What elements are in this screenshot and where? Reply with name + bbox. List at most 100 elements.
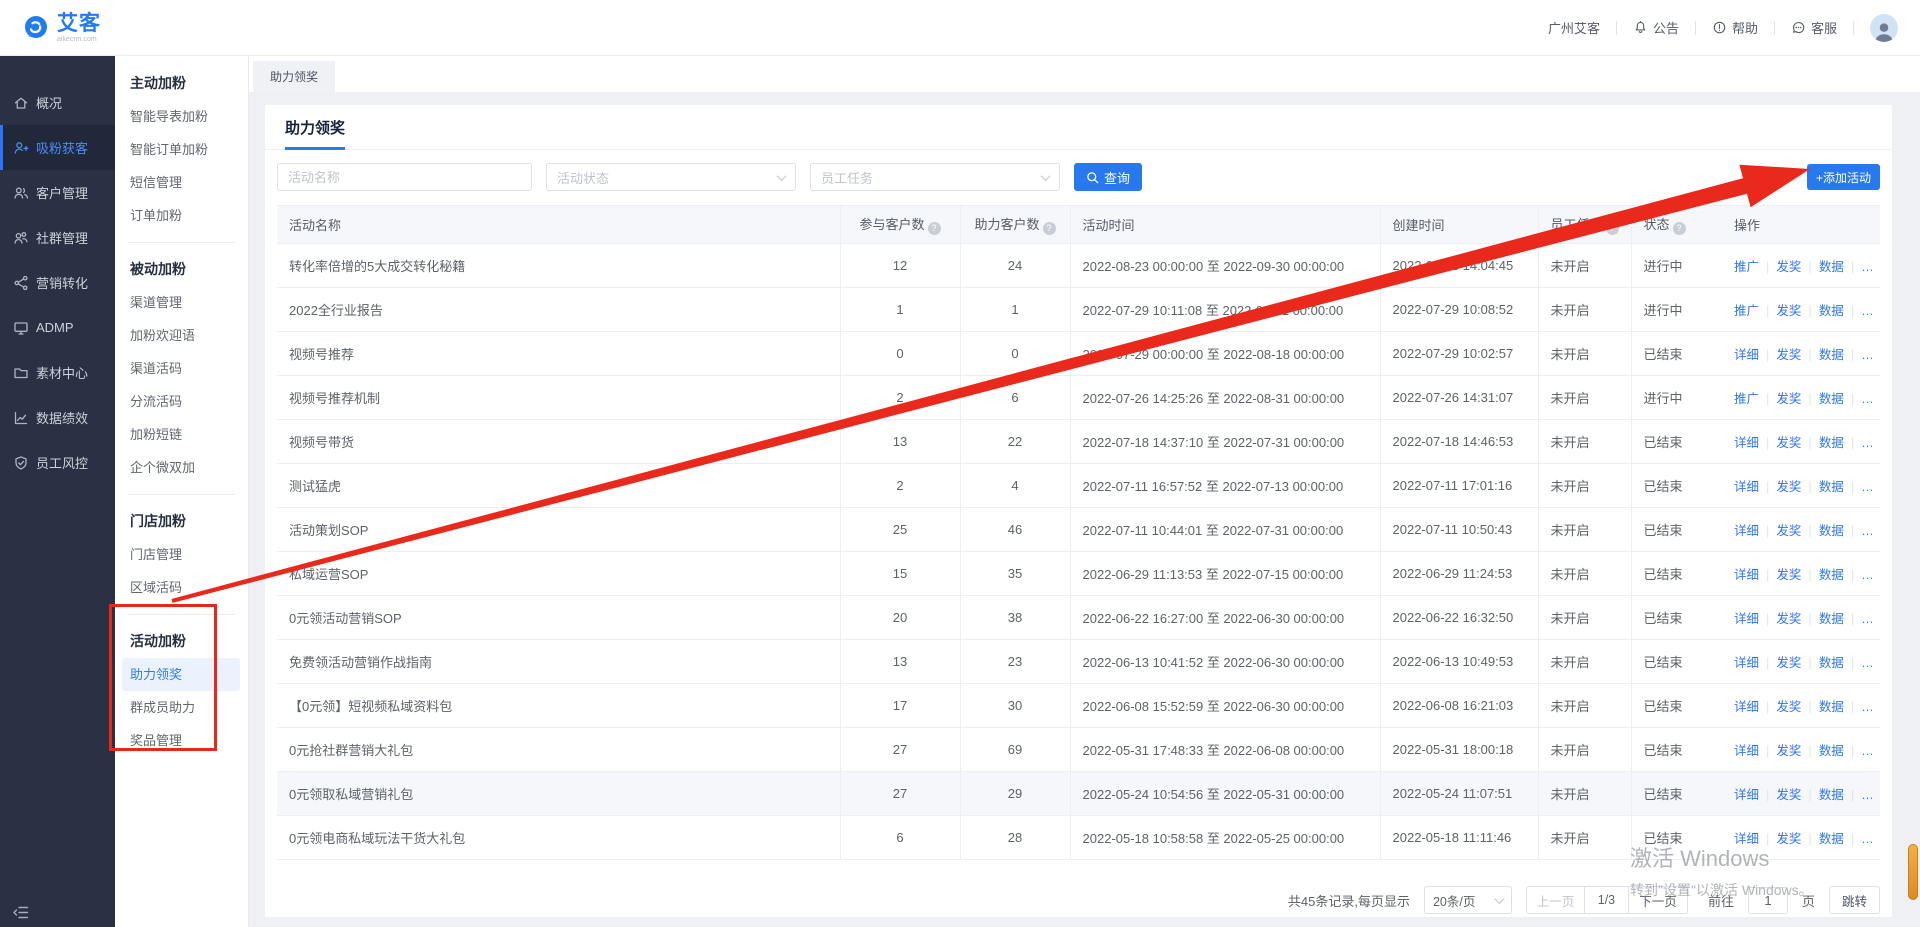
submenu-item[interactable]: 短信管理 [122, 166, 240, 199]
submenu-item[interactable]: 助力领奖 [122, 658, 240, 691]
help-link[interactable]: 帮助 [1712, 18, 1758, 37]
action-data[interactable]: 数据 [1819, 656, 1844, 670]
action-award[interactable]: 发奖 [1776, 744, 1801, 758]
action-detail[interactable]: 详细 [1734, 568, 1759, 582]
submenu-item[interactable]: 加粉短链 [122, 418, 240, 451]
add-activity-button[interactable]: +添加活动 [1807, 164, 1880, 190]
action-data[interactable]: 数据 [1819, 260, 1844, 274]
staff-task-select[interactable]: 员工任务 [810, 163, 1060, 191]
page-size-select[interactable]: 20条/页 [1424, 886, 1512, 914]
submenu-item[interactable]: 订单加粉 [122, 199, 240, 232]
action-more[interactable]: … [1861, 304, 1874, 318]
action-promote[interactable]: 推广 [1734, 392, 1759, 406]
sidebar-item-acquisition[interactable]: 吸粉获客 [0, 125, 115, 170]
action-data[interactable]: 数据 [1819, 304, 1844, 318]
submenu-item[interactable]: 门店管理 [122, 538, 240, 571]
action-more[interactable]: … [1861, 700, 1874, 714]
submenu-item[interactable]: 分流活码 [122, 385, 240, 418]
action-data[interactable]: 数据 [1819, 832, 1844, 846]
action-award[interactable]: 发奖 [1776, 304, 1801, 318]
action-data[interactable]: 数据 [1819, 524, 1844, 538]
tab-zhuli-lingjiang[interactable]: 助力领奖 [253, 61, 335, 92]
action-detail[interactable]: 详细 [1734, 612, 1759, 626]
action-award[interactable]: 发奖 [1776, 568, 1801, 582]
activity-status-select[interactable]: 活动状态 [546, 163, 796, 191]
prev-page-button[interactable]: 上一页 [1527, 887, 1585, 913]
jump-button[interactable]: 跳转 [1829, 886, 1880, 914]
action-data[interactable]: 数据 [1819, 568, 1844, 582]
action-detail[interactable]: 详细 [1734, 480, 1759, 494]
action-more[interactable]: … [1861, 524, 1874, 538]
action-detail[interactable]: 详细 [1734, 348, 1759, 362]
action-more[interactable]: … [1861, 480, 1874, 494]
submenu-item[interactable]: 智能订单加粉 [122, 133, 240, 166]
action-award[interactable]: 发奖 [1776, 392, 1801, 406]
action-data[interactable]: 数据 [1819, 788, 1844, 802]
org-name[interactable]: 广州艾客 [1548, 18, 1600, 37]
sidebar-item-customers[interactable]: 客户管理 [0, 170, 115, 215]
collapse-sidebar-icon[interactable] [12, 905, 29, 920]
submenu-item[interactable]: 区域活码 [122, 571, 240, 604]
submenu-item[interactable]: 渠道管理 [122, 286, 240, 319]
action-more[interactable]: … [1861, 568, 1874, 582]
panel-title-tab[interactable]: 助力领奖 [285, 117, 345, 149]
action-more[interactable]: … [1861, 656, 1874, 670]
action-data[interactable]: 数据 [1819, 700, 1844, 714]
action-data[interactable]: 数据 [1819, 392, 1844, 406]
sidebar-item-marketing[interactable]: 营销转化 [0, 260, 115, 305]
action-data[interactable]: 数据 [1819, 744, 1844, 758]
notice-link[interactable]: 公告 [1633, 18, 1679, 37]
goto-page-input[interactable] [1748, 887, 1788, 914]
action-detail[interactable]: 详细 [1734, 436, 1759, 450]
action-separator: | [1808, 347, 1811, 362]
action-detail[interactable]: 详细 [1734, 700, 1759, 714]
submenu-item[interactable]: 企个微双加 [122, 451, 240, 484]
action-promote[interactable]: 推广 [1734, 304, 1759, 318]
action-award[interactable]: 发奖 [1776, 480, 1801, 494]
user-avatar[interactable] [1870, 14, 1898, 42]
submenu-item[interactable]: 群成员助力 [122, 691, 240, 724]
action-data[interactable]: 数据 [1819, 348, 1844, 362]
action-detail[interactable]: 详细 [1734, 788, 1759, 802]
service-link[interactable]: 客服 [1791, 18, 1837, 37]
action-award[interactable]: 发奖 [1776, 832, 1801, 846]
action-award[interactable]: 发奖 [1776, 436, 1801, 450]
action-data[interactable]: 数据 [1819, 480, 1844, 494]
sidebar-item-admp[interactable]: ADMP [0, 305, 115, 350]
sidebar-item-material[interactable]: 素材中心 [0, 350, 115, 395]
submenu-item[interactable]: 加粉欢迎语 [122, 319, 240, 352]
action-award[interactable]: 发奖 [1776, 788, 1801, 802]
sidebar-item-community[interactable]: 社群管理 [0, 215, 115, 260]
next-page-button[interactable]: 下一页 [1629, 887, 1687, 913]
action-data[interactable]: 数据 [1819, 436, 1844, 450]
action-award[interactable]: 发奖 [1776, 348, 1801, 362]
action-data[interactable]: 数据 [1819, 612, 1844, 626]
action-award[interactable]: 发奖 [1776, 260, 1801, 274]
action-more[interactable]: … [1861, 612, 1874, 626]
action-detail[interactable]: 详细 [1734, 832, 1759, 846]
action-more[interactable]: … [1861, 788, 1874, 802]
action-detail[interactable]: 详细 [1734, 744, 1759, 758]
action-more[interactable]: … [1861, 744, 1874, 758]
scrollbar-thumb[interactable] [1908, 844, 1918, 900]
sidebar-item-performance[interactable]: 数据绩效 [0, 395, 115, 440]
action-more[interactable]: … [1861, 832, 1874, 846]
submenu-item[interactable]: 渠道活码 [122, 352, 240, 385]
action-more[interactable]: … [1861, 436, 1874, 450]
submenu-item[interactable]: 奖品管理 [122, 724, 240, 757]
action-award[interactable]: 发奖 [1776, 656, 1801, 670]
sidebar-item-risk[interactable]: 员工风控 [0, 440, 115, 485]
action-more[interactable]: … [1861, 348, 1874, 362]
activity-name-input[interactable] [277, 163, 532, 191]
search-button[interactable]: 查询 [1074, 163, 1142, 191]
action-more[interactable]: … [1861, 392, 1874, 406]
action-award[interactable]: 发奖 [1776, 700, 1801, 714]
sidebar-item-overview[interactable]: 概况 [0, 80, 115, 125]
action-detail[interactable]: 详细 [1734, 524, 1759, 538]
action-detail[interactable]: 详细 [1734, 656, 1759, 670]
action-promote[interactable]: 推广 [1734, 260, 1759, 274]
action-award[interactable]: 发奖 [1776, 612, 1801, 626]
action-award[interactable]: 发奖 [1776, 524, 1801, 538]
action-more[interactable]: … [1861, 260, 1874, 274]
submenu-item[interactable]: 智能导表加粉 [122, 100, 240, 133]
